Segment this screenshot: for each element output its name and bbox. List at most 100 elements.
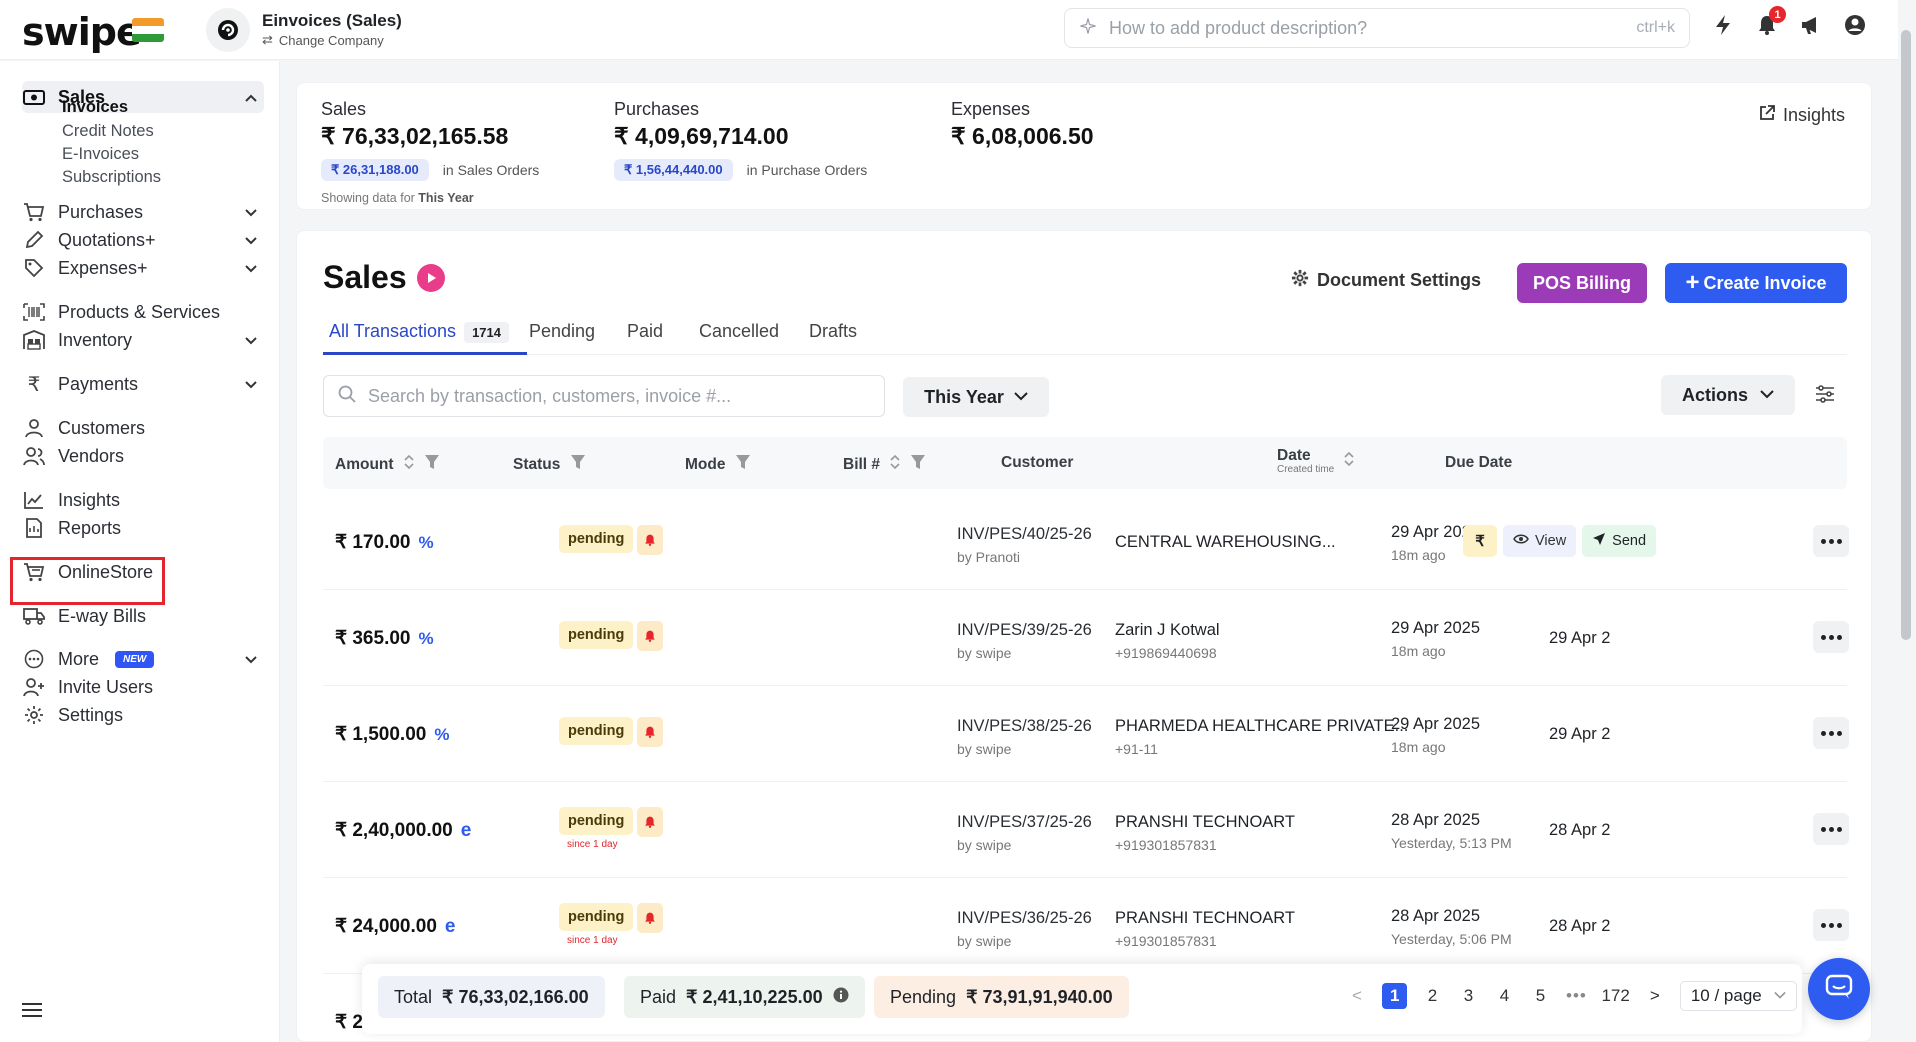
reminder-bell-icon[interactable] [637, 621, 664, 651]
row-customer[interactable]: PRANSHI TECHNOART +919301857831 [1115, 909, 1295, 949]
row-date-value: 29 Apr 2025 [1391, 715, 1480, 733]
sidebar-item-expenses[interactable]: Expenses+ [22, 252, 264, 284]
sidebar-item-inventory[interactable]: Inventory [22, 324, 264, 356]
sidebar-item-vendors[interactable]: Vendors [22, 440, 264, 472]
scrollbar-thumb[interactable] [1901, 30, 1911, 640]
th-due-date[interactable]: Due Date [1445, 454, 1512, 472]
lightning-icon[interactable] [1712, 14, 1734, 36]
tab-drafts[interactable]: Drafts [809, 321, 857, 342]
tab-all-transactions[interactable]: All Transactions 1714 [329, 321, 509, 343]
page-ellipsis[interactable]: ••• [1565, 986, 1587, 1006]
data-period-value: This Year [418, 191, 474, 205]
company-name[interactable]: Einvoices (Sales) [262, 11, 402, 31]
sidebar-label-quotations: Quotations+ [58, 229, 156, 250]
table-row[interactable]: ₹ 2,40,000.00 e pending since 1 day INV/… [323, 783, 1849, 878]
row-bill[interactable]: INV/PES/39/25-26 by swipe [957, 621, 1092, 661]
reminder-bell-icon[interactable] [637, 903, 664, 933]
row-amount: ₹ 170.00 % [335, 531, 434, 554]
view-button[interactable]: View [1503, 525, 1577, 557]
sales-orders-value[interactable]: ₹ 26,31,188.00 [321, 159, 429, 181]
send-button[interactable]: Send [1582, 525, 1657, 557]
table-row[interactable]: ₹ 1,500.00 % pending INV/PES/38/25-26 by… [323, 687, 1849, 782]
row-customer[interactable]: PHARMEDA HEALTHCARE PRIVATE... +91-11 [1115, 717, 1408, 757]
page-2[interactable]: 2 [1421, 986, 1443, 1006]
actions-label: Actions [1681, 384, 1748, 405]
th-customer[interactable]: Customer [1001, 454, 1073, 472]
sort-icon[interactable] [890, 454, 900, 475]
play-video-icon[interactable] [416, 263, 445, 292]
insights-link[interactable]: Insights [1759, 105, 1845, 126]
reminder-bell-icon[interactable] [637, 525, 664, 555]
paid-value: ₹ 2,41,10,225.00 [686, 986, 823, 1007]
sidebar-item-sales[interactable]: Sales [22, 81, 264, 113]
row-more-button[interactable] [1813, 813, 1849, 845]
swipe-logo[interactable]: swipe [22, 10, 142, 54]
tab-pending[interactable]: Pending [529, 321, 595, 342]
th-amount[interactable]: Amount [335, 454, 440, 475]
row-more-button[interactable] [1813, 621, 1849, 653]
page-5[interactable]: 5 [1529, 986, 1551, 1006]
chat-support-button[interactable] [1808, 958, 1870, 1020]
info-icon[interactable] [833, 987, 849, 1008]
row-bill[interactable]: INV/PES/36/25-26 by swipe [957, 909, 1092, 949]
table-row[interactable]: ₹ 24,000.00 e pending since 1 day INV/PE… [323, 879, 1849, 974]
next-page-icon[interactable]: > [1644, 986, 1666, 1006]
filter-funnel-icon[interactable] [910, 454, 926, 475]
page-size-select[interactable]: 10 / page [1679, 981, 1797, 1011]
row-more-button[interactable] [1813, 717, 1849, 749]
record-payment-button[interactable]: ₹ [1463, 525, 1497, 557]
th-bill[interactable]: Bill # [843, 454, 926, 475]
document-settings-button[interactable]: Document Settings [1291, 269, 1481, 292]
prev-page-icon[interactable]: < [1346, 986, 1368, 1006]
page-4[interactable]: 4 [1493, 986, 1515, 1006]
period-dropdown[interactable]: This Year [903, 377, 1049, 417]
sidebar-sub-credit-notes[interactable]: Credit Notes [62, 122, 154, 141]
user-account-icon[interactable] [1844, 14, 1866, 36]
menu-hamburger-icon[interactable] [22, 1002, 42, 1023]
actions-dropdown[interactable]: Actions [1661, 375, 1795, 415]
notification-bell-icon[interactable]: 1 [1756, 6, 1786, 36]
sidebar-sub-subscriptions[interactable]: Subscriptions [62, 168, 161, 187]
sidebar-sub-e-invoices[interactable]: E-Invoices [62, 145, 139, 164]
table-row[interactable]: ₹ 365.00 % pending INV/PES/39/25-26 by s… [323, 591, 1849, 686]
th-status[interactable]: Status [513, 454, 586, 475]
reminder-bell-icon[interactable] [637, 807, 664, 837]
sort-icon[interactable] [403, 454, 414, 475]
filter-funnel-icon[interactable] [570, 454, 586, 475]
table-row[interactable]: ₹ 170.00 % pending INV/PES/40/25-26 by P… [323, 495, 1849, 590]
top-bar: swipe Einvoices (Sales) ⇄ Change Company… [0, 0, 1916, 60]
company-avatar[interactable] [206, 8, 250, 52]
row-bill[interactable]: INV/PES/38/25-26 by swipe [957, 717, 1092, 757]
row-customer[interactable]: PRANSHI TECHNOART +919301857831 [1115, 813, 1295, 853]
filter-funnel-icon[interactable] [424, 454, 440, 475]
th-date[interactable]: Date Created time [1277, 447, 1354, 475]
sales-summary-label: Sales [321, 99, 367, 119]
sidebar-sub-invoices[interactable]: Invoices [62, 98, 128, 117]
tab-cancelled[interactable]: Cancelled [699, 321, 779, 342]
sidebar-item-reports[interactable]: Reports [22, 512, 264, 544]
transaction-search-input[interactable]: Search by transaction, customers, invoic… [323, 375, 885, 417]
page-1[interactable]: 1 [1382, 983, 1408, 1009]
column-settings-sliders-icon[interactable] [1815, 385, 1835, 408]
row-more-button[interactable] [1813, 525, 1849, 557]
tab-paid[interactable]: Paid [627, 321, 663, 342]
sidebar-item-payments[interactable]: ₹ Payments [22, 368, 264, 400]
pos-billing-button[interactable]: POS Billing [1517, 263, 1647, 303]
th-mode[interactable]: Mode [685, 454, 751, 475]
filter-funnel-icon[interactable] [735, 454, 751, 475]
row-bill[interactable]: INV/PES/37/25-26 by swipe [957, 813, 1092, 853]
sidebar-item-settings[interactable]: Settings [22, 699, 264, 731]
change-company-link[interactable]: ⇄ Change Company [262, 32, 384, 48]
sort-icon[interactable] [1344, 451, 1354, 472]
page-last[interactable]: 172 [1601, 986, 1629, 1006]
row-more-button[interactable] [1813, 909, 1849, 941]
purchase-orders-value[interactable]: ₹ 1,56,44,440.00 [614, 159, 733, 181]
megaphone-icon[interactable] [1800, 14, 1822, 36]
create-invoice-button[interactable]: + Create Invoice [1665, 263, 1847, 303]
top-search-input[interactable]: How to add product description? ctrl+k [1064, 8, 1690, 48]
row-customer[interactable]: CENTRAL WAREHOUSING... [1115, 533, 1336, 552]
row-customer[interactable]: Zarin J Kotwal +919869440698 [1115, 621, 1220, 661]
row-bill[interactable]: INV/PES/40/25-26 by Pranoti [957, 525, 1092, 565]
reminder-bell-icon[interactable] [637, 717, 664, 747]
page-3[interactable]: 3 [1457, 986, 1479, 1006]
